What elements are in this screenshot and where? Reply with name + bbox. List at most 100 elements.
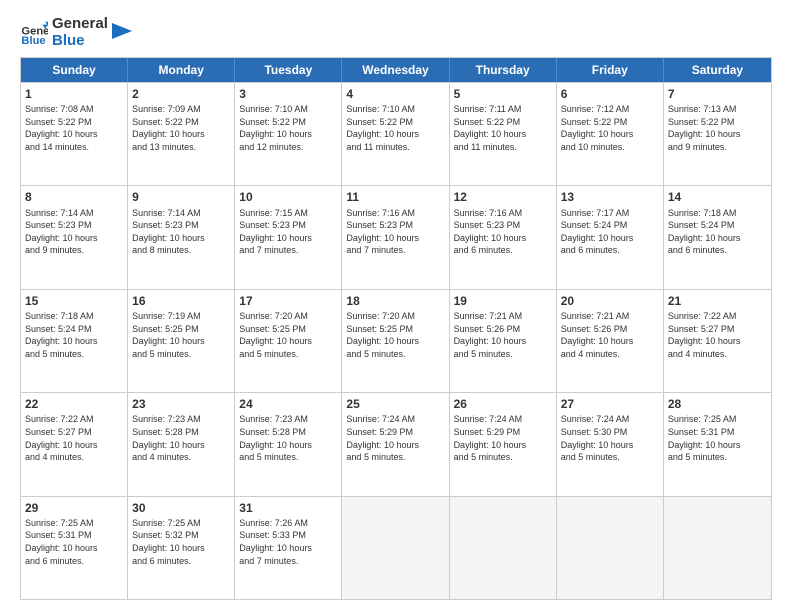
calendar-cell bbox=[450, 497, 557, 599]
day-info: Sunrise: 7:21 AMSunset: 5:26 PMDaylight:… bbox=[454, 310, 552, 360]
calendar-cell bbox=[557, 497, 664, 599]
day-number: 15 bbox=[25, 293, 123, 309]
calendar-row: 29Sunrise: 7:25 AMSunset: 5:31 PMDayligh… bbox=[21, 496, 771, 599]
calendar-cell: 8 Sunrise: 7:14 AMSunset: 5:23 PMDaylight… bbox=[21, 186, 128, 288]
day-info: Sunrise: 7:19 AMSunset: 5:25 PMDaylight:… bbox=[132, 310, 230, 360]
calendar-cell: 12 Sunrise: 7:16 AMSunset: 5:23 PMDayligh… bbox=[450, 186, 557, 288]
calendar-cell: 27Sunrise: 7:24 AMSunset: 5:30 PMDayligh… bbox=[557, 393, 664, 495]
calendar-cell: 24Sunrise: 7:23 AMSunset: 5:28 PMDayligh… bbox=[235, 393, 342, 495]
calendar-cell: 17Sunrise: 7:20 AMSunset: 5:25 PMDayligh… bbox=[235, 290, 342, 392]
day-info: Sunrise: 7:15 AMSunset: 5:23 PMDaylight:… bbox=[239, 207, 337, 257]
calendar-cell: 15Sunrise: 7:18 AMSunset: 5:24 PMDayligh… bbox=[21, 290, 128, 392]
day-number: 2 bbox=[132, 86, 230, 102]
day-number: 25 bbox=[346, 396, 444, 412]
day-info: Sunrise: 7:26 AMSunset: 5:33 PMDaylight:… bbox=[239, 517, 337, 567]
calendar-row: 8 Sunrise: 7:14 AMSunset: 5:23 PMDaylight… bbox=[21, 185, 771, 288]
day-info: Sunrise: 7:23 AMSunset: 5:28 PMDaylight:… bbox=[132, 413, 230, 463]
calendar-row: 1Sunrise: 7:08 AMSunset: 5:22 PMDaylight… bbox=[21, 82, 771, 185]
calendar-cell bbox=[342, 497, 449, 599]
calendar-cell: 9Sunrise: 7:14 AMSunset: 5:23 PMDaylight… bbox=[128, 186, 235, 288]
day-number: 27 bbox=[561, 396, 659, 412]
calendar-cell: 10 Sunrise: 7:15 AMSunset: 5:23 PMDayligh… bbox=[235, 186, 342, 288]
day-number: 7 bbox=[668, 86, 767, 102]
calendar-cell bbox=[664, 497, 771, 599]
day-number: 4 bbox=[346, 86, 444, 102]
logo-blue: Blue bbox=[52, 33, 108, 50]
day-info: Sunrise: 7:18 AMSunset: 5:24 PMDaylight:… bbox=[25, 310, 123, 360]
calendar-cell: 28Sunrise: 7:25 AMSunset: 5:31 PMDayligh… bbox=[664, 393, 771, 495]
day-info: Sunrise: 7:22 AMSunset: 5:27 PMDaylight:… bbox=[668, 310, 767, 360]
day-number: 21 bbox=[668, 293, 767, 309]
calendar-page: General Blue General Blue Sunday Monday … bbox=[0, 0, 792, 612]
calendar-cell: 1Sunrise: 7:08 AMSunset: 5:22 PMDaylight… bbox=[21, 83, 128, 185]
header: General Blue General Blue bbox=[20, 16, 772, 49]
day-info: Sunrise: 7:25 AMSunset: 5:31 PMDaylight:… bbox=[25, 517, 123, 567]
day-number: 3 bbox=[239, 86, 337, 102]
day-number: 28 bbox=[668, 396, 767, 412]
day-number: 14 bbox=[668, 189, 767, 205]
day-number: 19 bbox=[454, 293, 552, 309]
dow-sunday: Sunday bbox=[21, 58, 128, 82]
calendar-cell: 3Sunrise: 7:10 AMSunset: 5:22 PMDaylight… bbox=[235, 83, 342, 185]
day-number: 8 bbox=[25, 189, 123, 205]
calendar-cell: 13Sunrise: 7:17 AMSunset: 5:24 PMDayligh… bbox=[557, 186, 664, 288]
calendar-body: 1Sunrise: 7:08 AMSunset: 5:22 PMDaylight… bbox=[21, 82, 771, 599]
day-info: Sunrise: 7:25 AMSunset: 5:32 PMDaylight:… bbox=[132, 517, 230, 567]
day-info: Sunrise: 7:25 AMSunset: 5:31 PMDaylight:… bbox=[668, 413, 767, 463]
calendar-cell: 20Sunrise: 7:21 AMSunset: 5:26 PMDayligh… bbox=[557, 290, 664, 392]
day-info: Sunrise: 7:22 AMSunset: 5:27 PMDaylight:… bbox=[25, 413, 123, 463]
calendar: Sunday Monday Tuesday Wednesday Thursday… bbox=[20, 57, 772, 600]
day-number: 16 bbox=[132, 293, 230, 309]
calendar-header: Sunday Monday Tuesday Wednesday Thursday… bbox=[21, 58, 771, 82]
calendar-cell: 14Sunrise: 7:18 AMSunset: 5:24 PMDayligh… bbox=[664, 186, 771, 288]
day-info: Sunrise: 7:20 AMSunset: 5:25 PMDaylight:… bbox=[239, 310, 337, 360]
day-info: Sunrise: 7:12 AMSunset: 5:22 PMDaylight:… bbox=[561, 103, 659, 153]
day-number: 10 bbox=[239, 189, 337, 205]
day-info: Sunrise: 7:16 AMSunset: 5:23 PMDaylight:… bbox=[454, 207, 552, 257]
day-number: 23 bbox=[132, 396, 230, 412]
calendar-cell: 22Sunrise: 7:22 AMSunset: 5:27 PMDayligh… bbox=[21, 393, 128, 495]
calendar-cell: 25Sunrise: 7:24 AMSunset: 5:29 PMDayligh… bbox=[342, 393, 449, 495]
logo-arrow-icon bbox=[112, 23, 132, 43]
calendar-cell: 31Sunrise: 7:26 AMSunset: 5:33 PMDayligh… bbox=[235, 497, 342, 599]
day-number: 1 bbox=[25, 86, 123, 102]
day-number: 24 bbox=[239, 396, 337, 412]
day-number: 12 bbox=[454, 189, 552, 205]
day-info: Sunrise: 7:14 AMSunset: 5:23 PMDaylight:… bbox=[25, 207, 123, 257]
logo-general: General bbox=[52, 16, 108, 33]
calendar-cell: 11Sunrise: 7:16 AMSunset: 5:23 PMDayligh… bbox=[342, 186, 449, 288]
day-number: 6 bbox=[561, 86, 659, 102]
day-info: Sunrise: 7:09 AMSunset: 5:22 PMDaylight:… bbox=[132, 103, 230, 153]
calendar-cell: 30Sunrise: 7:25 AMSunset: 5:32 PMDayligh… bbox=[128, 497, 235, 599]
logo: General Blue General Blue bbox=[20, 16, 132, 49]
day-number: 17 bbox=[239, 293, 337, 309]
day-info: Sunrise: 7:24 AMSunset: 5:29 PMDaylight:… bbox=[454, 413, 552, 463]
dow-wednesday: Wednesday bbox=[342, 58, 449, 82]
day-number: 29 bbox=[25, 500, 123, 516]
calendar-cell: 7Sunrise: 7:13 AMSunset: 5:22 PMDaylight… bbox=[664, 83, 771, 185]
day-number: 26 bbox=[454, 396, 552, 412]
day-number: 13 bbox=[561, 189, 659, 205]
day-number: 31 bbox=[239, 500, 337, 516]
day-number: 11 bbox=[346, 189, 444, 205]
day-number: 22 bbox=[25, 396, 123, 412]
dow-thursday: Thursday bbox=[450, 58, 557, 82]
dow-friday: Friday bbox=[557, 58, 664, 82]
day-info: Sunrise: 7:10 AMSunset: 5:22 PMDaylight:… bbox=[346, 103, 444, 153]
calendar-cell: 5Sunrise: 7:11 AMSunset: 5:22 PMDaylight… bbox=[450, 83, 557, 185]
day-number: 20 bbox=[561, 293, 659, 309]
calendar-cell: 16Sunrise: 7:19 AMSunset: 5:25 PMDayligh… bbox=[128, 290, 235, 392]
day-info: Sunrise: 7:23 AMSunset: 5:28 PMDaylight:… bbox=[239, 413, 337, 463]
day-info: Sunrise: 7:14 AMSunset: 5:23 PMDaylight:… bbox=[132, 207, 230, 257]
calendar-row: 22Sunrise: 7:22 AMSunset: 5:27 PMDayligh… bbox=[21, 392, 771, 495]
calendar-row: 15Sunrise: 7:18 AMSunset: 5:24 PMDayligh… bbox=[21, 289, 771, 392]
dow-monday: Monday bbox=[128, 58, 235, 82]
svg-text:Blue: Blue bbox=[21, 35, 45, 47]
day-info: Sunrise: 7:24 AMSunset: 5:30 PMDaylight:… bbox=[561, 413, 659, 463]
calendar-cell: 18Sunrise: 7:20 AMSunset: 5:25 PMDayligh… bbox=[342, 290, 449, 392]
day-number: 18 bbox=[346, 293, 444, 309]
day-info: Sunrise: 7:11 AMSunset: 5:22 PMDaylight:… bbox=[454, 103, 552, 153]
dow-saturday: Saturday bbox=[664, 58, 771, 82]
day-info: Sunrise: 7:21 AMSunset: 5:26 PMDaylight:… bbox=[561, 310, 659, 360]
day-info: Sunrise: 7:24 AMSunset: 5:29 PMDaylight:… bbox=[346, 413, 444, 463]
